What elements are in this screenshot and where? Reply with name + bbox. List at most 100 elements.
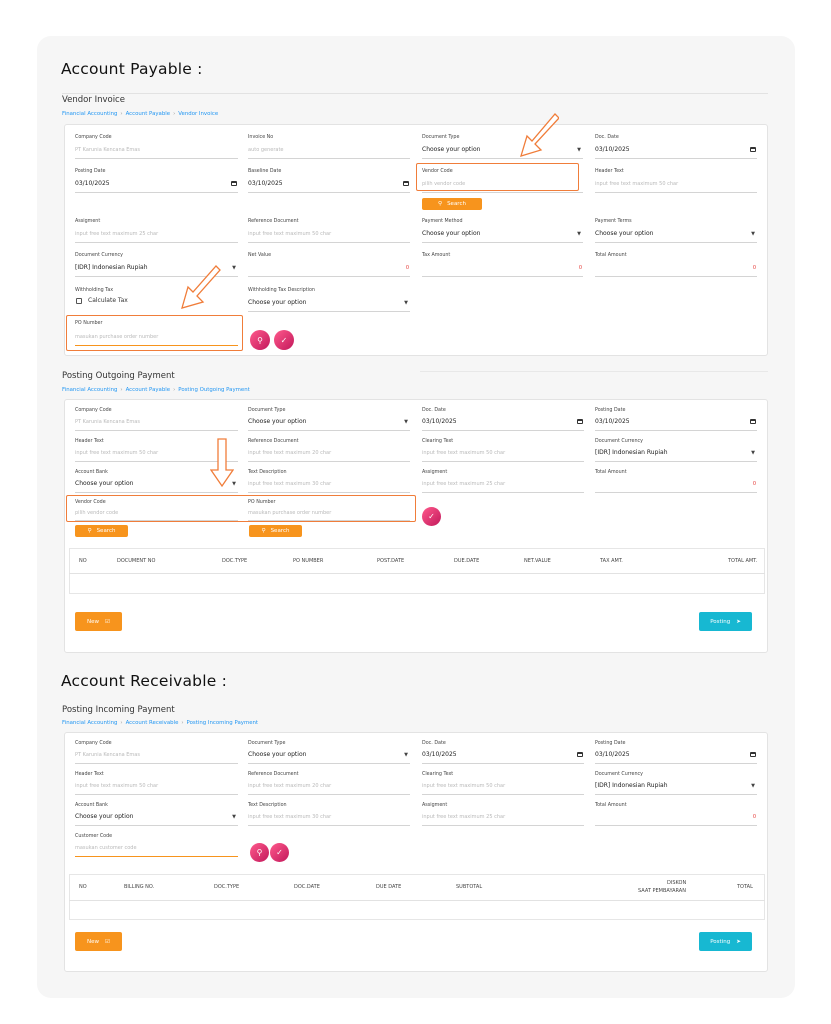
calendar-icon[interactable] (750, 419, 756, 424)
field-label: Company Code (75, 741, 112, 746)
column-header: DISKON (667, 880, 687, 886)
chevron-down-icon: ▼ (404, 752, 408, 758)
company-code-field[interactable]: Company Code PT Karunia Kencana Emas (75, 408, 238, 432)
payment-terms-select[interactable]: Payment Terms Choose your option ▼ (595, 219, 757, 244)
field-label: Posting Date (595, 408, 626, 413)
field-label: Reference Document (248, 772, 299, 777)
field-placeholder: masukan customer code (75, 845, 137, 851)
document-currency-select[interactable]: Document Currency [IDR] Indonesian Rupia… (595, 772, 757, 796)
breadcrumb-link[interactable]: Posting Outgoing Payment (178, 387, 249, 393)
net-value-field: Net Value 0 (248, 253, 410, 278)
posting-button[interactable]: Posting ➤ (699, 612, 752, 631)
new-button[interactable]: New ☑ (75, 932, 122, 951)
document-currency-select[interactable]: Document Currency [IDR] Indonesian Rupia… (595, 439, 757, 463)
breadcrumb-link[interactable]: Financial Accounting (62, 387, 117, 393)
field-underline (422, 192, 583, 193)
po-confirm-button[interactable]: ✓ (274, 330, 294, 350)
breadcrumb-link[interactable]: Vendor Invoice (178, 111, 218, 117)
posting-button[interactable]: Posting ➤ (699, 932, 752, 951)
header-text-input[interactable]: Header Text input free text maximum 50 c… (75, 772, 238, 796)
breadcrumb-link[interactable]: Financial Accounting (62, 111, 117, 117)
field-label: Text Description (248, 470, 287, 475)
invoice-no-field[interactable]: Invoice No auto generate (248, 135, 410, 160)
vendor-search-button[interactable]: ⚲ Search (422, 198, 482, 210)
search-icon: ⚲ (256, 848, 263, 857)
tax-amount-field: Tax Amount 0 (422, 253, 583, 278)
vendor-invoice-title: Vendor Invoice (62, 95, 125, 105)
field-underline (422, 492, 584, 493)
baseline-date-field[interactable]: Baseline Date 03/10/2025 (248, 169, 410, 194)
assignment-input[interactable]: Assigment input free text maximum 25 cha… (422, 470, 584, 494)
vendor-search-button[interactable]: ⚲ Search (75, 525, 128, 537)
checkbox-icon (76, 297, 82, 304)
calendar-icon[interactable] (231, 181, 237, 186)
calendar-icon[interactable] (577, 752, 583, 757)
text-description-input[interactable]: Text Description input free text maximum… (248, 470, 410, 494)
field-label: Clearing Text (422, 772, 454, 777)
breadcrumb-link[interactable]: Account Receivable (126, 720, 179, 726)
field-label: Text Description (248, 803, 287, 808)
outgoing-payment-title: Posting Outgoing Payment (62, 371, 175, 381)
column-header: TOTAL (737, 884, 753, 890)
posting-date-field[interactable]: Posting Date 03/10/2025 (595, 741, 757, 765)
withholding-tax-description-select[interactable]: Withholding Tax Description Choose your … (248, 288, 410, 313)
breadcrumb-link[interactable]: Account Payable (126, 387, 171, 393)
customer-code-input[interactable]: Customer Code masukan customer code (75, 834, 238, 858)
field-placeholder: input free text maximum 25 char (422, 814, 506, 820)
select-value: Choose your option (75, 813, 134, 820)
customer-search-button[interactable]: ⚲ (250, 843, 269, 862)
po-search-button[interactable]: ⚲ (250, 330, 270, 350)
incoming-payment-table (69, 874, 765, 920)
assignment-input[interactable]: Assigment input free text maximum 25 cha… (75, 219, 238, 244)
field-underline (75, 430, 238, 431)
account-bank-select[interactable]: Account Bank Choose your option ▼ (75, 803, 238, 827)
calculate-tax-checkbox[interactable]: Calculate Tax (76, 297, 128, 304)
document-type-select[interactable]: Document Type Choose your option ▼ (248, 408, 410, 432)
field-underline (248, 311, 410, 312)
text-description-input[interactable]: Text Description input free text maximum… (248, 803, 410, 827)
document-type-select[interactable]: Document Type Choose your option ▼ (248, 741, 410, 765)
calendar-icon[interactable] (750, 752, 756, 757)
table-header-divider (69, 900, 765, 901)
breadcrumb-link[interactable]: Financial Accounting (62, 720, 117, 726)
field-label: Assigment (422, 470, 448, 475)
payment-method-select[interactable]: Payment Method Choose your option ▼ (422, 219, 583, 244)
select-value: Choose your option (75, 480, 134, 487)
confirm-button[interactable]: ✓ (422, 507, 441, 526)
breadcrumb-link[interactable]: Posting Incoming Payment (187, 720, 259, 726)
reference-document-input[interactable]: Reference Document input free text maxim… (248, 439, 410, 463)
field-underline (248, 276, 410, 277)
assignment-input[interactable]: Assigment input free text maximum 25 cha… (422, 803, 584, 827)
field-label: Assigment (422, 803, 448, 808)
reference-document-input[interactable]: Reference Document input free text maxim… (248, 219, 410, 244)
calendar-icon[interactable] (403, 181, 409, 186)
field-underline (595, 430, 757, 431)
po-search-button[interactable]: ⚲ Search (249, 525, 302, 537)
field-label: Payment Terms (595, 219, 632, 224)
confirm-button[interactable]: ✓ (270, 843, 289, 862)
account-payable-heading: Account Payable : (61, 60, 203, 78)
header-text-input[interactable]: Header Text input free text maximum 50 c… (595, 169, 757, 194)
doc-date-field[interactable]: Doc. Date 03/10/2025 (595, 135, 757, 160)
tax-amount-value: 0 (578, 265, 582, 271)
field-label: Invoice No (248, 135, 274, 140)
field-label: Document Currency (595, 772, 643, 777)
field-underline (422, 242, 583, 243)
doc-date-field[interactable]: Doc. Date 03/10/2025 (422, 741, 584, 765)
field-underline (248, 461, 410, 462)
field-label: Total Amount (595, 803, 627, 808)
company-code-field[interactable]: Company Code PT Karunia Kencana Emas (75, 741, 238, 765)
clearing-text-input[interactable]: Clearing Text input free text maximum 50… (422, 439, 584, 463)
clearing-text-input[interactable]: Clearing Text input free text maximum 50… (422, 772, 584, 796)
field-label: Reference Document (248, 439, 299, 444)
doc-date-field[interactable]: Doc. Date 03/10/2025 (422, 408, 584, 432)
calendar-icon[interactable] (577, 419, 583, 424)
new-button[interactable]: New ☑ (75, 612, 122, 631)
field-label: Doc. Date (422, 408, 446, 413)
company-code-field[interactable]: Company Code PT Karunia Kencana Emas (75, 135, 238, 160)
posting-date-field[interactable]: Posting Date 03/10/2025 (75, 169, 238, 194)
calendar-icon[interactable] (750, 147, 756, 152)
posting-date-field[interactable]: Posting Date 03/10/2025 (595, 408, 757, 432)
breadcrumb-link[interactable]: Account Payable (126, 111, 171, 117)
reference-document-input[interactable]: Reference Document input free text maxim… (248, 772, 410, 796)
